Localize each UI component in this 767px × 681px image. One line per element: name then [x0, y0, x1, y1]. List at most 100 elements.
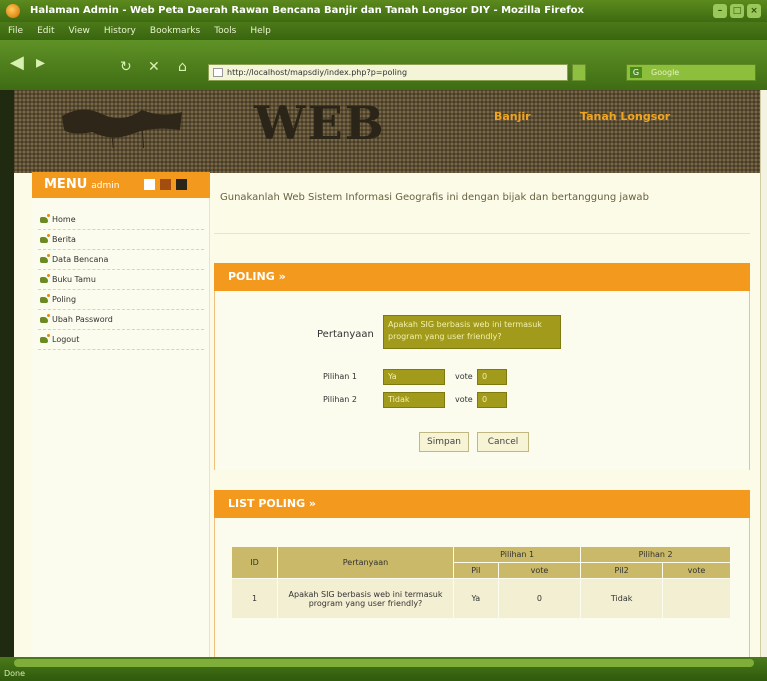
list-poling-heading: LIST POLING » [214, 490, 750, 518]
forward-icon[interactable]: ▸ [36, 52, 45, 74]
subcol-vote2: vote [662, 562, 731, 579]
cell-pil2: Tidak [580, 578, 664, 619]
navigation-toolbar: ◀ ▸ ↻ ✕ ⌂ http://localhost/mapsdiy/index… [0, 40, 767, 90]
sidebar-item-label: Ubah Password [52, 315, 113, 324]
home-icon[interactable]: ⌂ [178, 56, 187, 78]
map-illustration-icon [62, 109, 182, 148]
sidebar-item-poling[interactable]: Poling [38, 290, 204, 310]
option1-input[interactable]: Ya [383, 369, 445, 385]
menu-edit[interactable]: Edit [37, 22, 54, 40]
sidebar-item-label: Home [52, 215, 76, 224]
menu-heading: MENU admin [32, 172, 210, 198]
menu-history[interactable]: History [104, 22, 136, 40]
sidebar-item-label: Poling [52, 295, 77, 304]
sidebar-item-logout[interactable]: Logout [38, 330, 204, 350]
square-icon [176, 179, 187, 190]
square-icon [144, 179, 155, 190]
col-option2: Pilihan 2 [580, 546, 731, 563]
back-icon[interactable]: ◀ [10, 52, 24, 74]
option2-vote-input[interactable]: 0 [477, 392, 507, 408]
question-input[interactable]: Apakah SIG berbasis web ini termasuk pro… [383, 315, 561, 349]
horizontal-scrollbar[interactable] [14, 659, 754, 667]
url-bar[interactable]: http://localhost/mapsdiy/index.php?p=pol… [208, 64, 568, 81]
cell-id[interactable]: 1 [231, 578, 278, 619]
subcol-pil2: Pil2 [580, 562, 664, 579]
poling-form: Pertanyaan Apakah SIG berbasis web ini t… [214, 291, 750, 470]
sidebar-item-home[interactable]: Home [38, 210, 204, 230]
sidebar-item-ubah-password[interactable]: Ubah Password [38, 310, 204, 330]
option2-input[interactable]: Tidak [383, 392, 445, 408]
col-id: ID [231, 546, 278, 579]
cell-question: Apakah SIG berbasis web ini termasuk pro… [277, 578, 454, 619]
cancel-button[interactable]: Cancel [477, 432, 529, 452]
search-placeholder: Google [651, 68, 680, 77]
left-edge [0, 90, 14, 657]
poling-heading: POLING » [214, 263, 750, 291]
sidebar-item-label: Logout [52, 335, 80, 344]
menu-help[interactable]: Help [250, 22, 271, 40]
window-title: Halaman Admin - Web Peta Daerah Rawan Be… [30, 5, 584, 16]
option1-label: Pilihan 1 [323, 372, 357, 381]
option1-vote-label: vote [455, 372, 473, 381]
subcol-vote1: vote [497, 562, 582, 579]
square-icon [160, 179, 171, 190]
sidebar-item-data-bencana[interactable]: Data Bencana [38, 250, 204, 270]
menu-tools[interactable]: Tools [214, 22, 236, 40]
option2-vote-label: vote [455, 395, 473, 404]
cell-pil1: Ya [453, 578, 499, 619]
menu-heading-sub: admin [91, 181, 120, 191]
option2-label: Pilihan 2 [323, 395, 357, 404]
menu-bookmarks[interactable]: Bookmarks [150, 22, 200, 40]
menu-file[interactable]: File [8, 22, 23, 40]
url-text: http://localhost/mapsdiy/index.php?p=pol… [227, 68, 408, 77]
leaf-bullet-icon [40, 334, 50, 343]
menu-heading-text: MENU [44, 177, 88, 192]
question-label: Pertanyaan [317, 329, 374, 340]
cell-vote2 [662, 578, 731, 619]
page-content: WEB Banjir Tanah Longsor MENU admin Home … [14, 90, 760, 657]
leaf-bullet-icon [40, 234, 50, 243]
welcome-text: Gunakanlah Web Sistem Informasi Geografi… [214, 172, 750, 234]
leaf-bullet-icon [40, 274, 50, 283]
option1-vote-input[interactable]: 0 [477, 369, 507, 385]
status-bar: Done [0, 657, 767, 681]
vertical-scrollbar[interactable] [760, 90, 767, 657]
minimize-button[interactable]: – [713, 4, 727, 18]
window-title-bar: Halaman Admin - Web Peta Daerah Rawan Be… [0, 0, 767, 22]
reload-icon[interactable]: ↻ [120, 56, 132, 78]
sidebar-item-label: Berita [52, 235, 76, 244]
sidebar-item-berita[interactable]: Berita [38, 230, 204, 250]
header-link-tanah-longsor[interactable]: Tanah Longsor [580, 110, 670, 123]
save-button[interactable]: Simpan [419, 432, 469, 452]
stop-icon[interactable]: ✕ [148, 56, 160, 78]
go-button[interactable] [572, 64, 586, 81]
sidebar-menu: Home Berita Data Bencana Buku Tamu Polin… [38, 210, 204, 350]
leaf-bullet-icon [40, 254, 50, 263]
sidebar-item-label: Data Bencana [52, 255, 109, 264]
sidebar-item-buku-tamu[interactable]: Buku Tamu [38, 270, 204, 290]
leaf-bullet-icon [40, 214, 50, 223]
firefox-icon [6, 4, 20, 18]
leaf-bullet-icon [40, 294, 50, 303]
close-button[interactable]: × [747, 4, 761, 18]
google-icon: G [630, 67, 642, 78]
col-option1: Pilihan 1 [452, 546, 582, 563]
sidebar-item-label: Buku Tamu [52, 275, 96, 284]
header-link-banjir[interactable]: Banjir [494, 110, 531, 123]
page-favicon-icon [213, 68, 223, 77]
site-header: WEB Banjir Tanah Longsor [14, 90, 760, 173]
col-question: Pertanyaan [277, 546, 454, 579]
status-text: Done [4, 669, 26, 678]
search-input[interactable]: G Google [626, 64, 756, 81]
maximize-button[interactable]: □ [730, 4, 744, 18]
subcol-pil1: Pil [453, 562, 499, 579]
list-poling-panel: ID Pertanyaan Pilihan 1 Pilihan 2 Pil vo… [214, 518, 750, 657]
menu-bar: File Edit View History Bookmarks Tools H… [0, 22, 767, 40]
sidebar: MENU admin Home Berita Data Bencana Buku … [32, 172, 210, 657]
site-title: WEB [254, 96, 386, 150]
leaf-bullet-icon [40, 314, 50, 323]
table-row: 1 Apakah SIG berbasis web ini termasuk p… [231, 578, 731, 619]
poling-table: ID Pertanyaan Pilihan 1 Pilihan 2 Pil vo… [231, 546, 731, 619]
menu-view[interactable]: View [69, 22, 90, 40]
cell-vote1: 0 [497, 578, 582, 619]
